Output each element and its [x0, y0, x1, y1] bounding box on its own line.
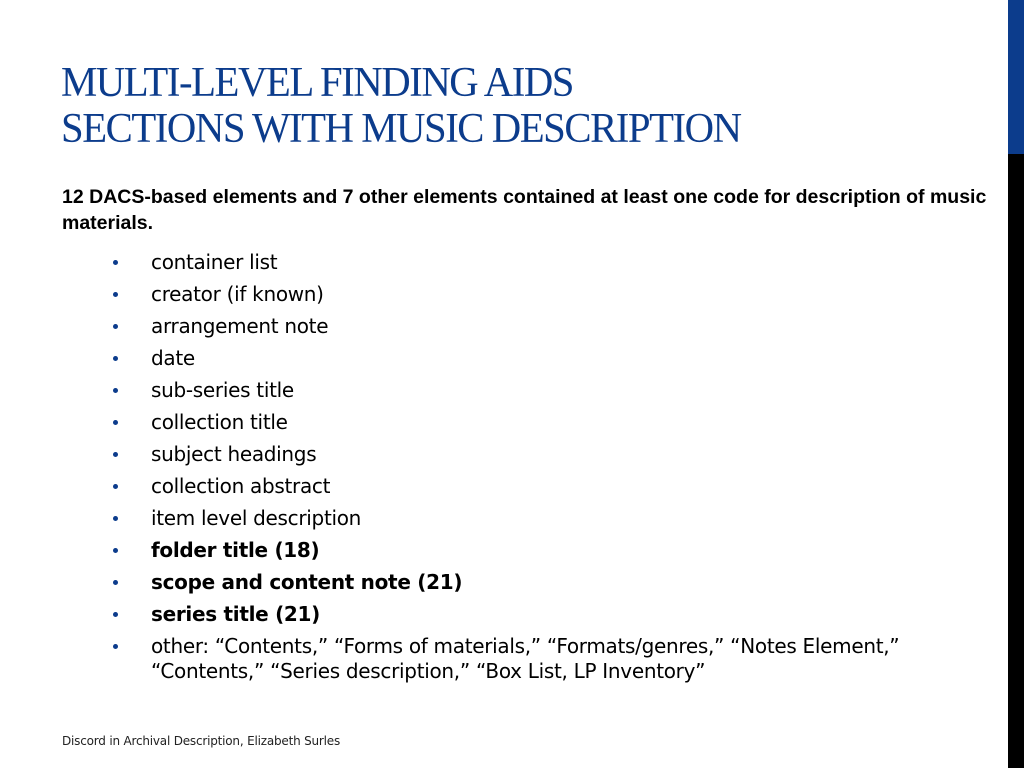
slide-title: MULTI-LEVEL FINDING AIDS SECTIONS WITH M… [61, 60, 963, 152]
list-item: creator (if known) [110, 282, 950, 307]
bullet-icon [113, 324, 118, 329]
list-item: sub-series title [110, 378, 950, 403]
element-list: container list creator (if known) arrang… [110, 250, 950, 691]
bullet-icon [113, 516, 118, 521]
list-item: scope and content note (21) [110, 570, 950, 595]
bullet-icon [113, 260, 118, 265]
bullet-icon [113, 612, 118, 617]
bullet-icon [113, 292, 118, 297]
intro-statement: 12 DACS-based elements and 7 other eleme… [62, 186, 987, 234]
list-item: date [110, 346, 950, 371]
list-item: folder title (18) [110, 538, 950, 563]
slide-title-line-1: MULTI-LEVEL FINDING AIDS [61, 60, 574, 106]
footer-credit: Discord in Archival Description, Elizabe… [62, 734, 341, 748]
list-item-text: container list [151, 250, 278, 274]
slide: MULTI-LEVEL FINDING AIDS SECTIONS WITH M… [0, 0, 1024, 768]
list-item-text: other: “Contents,” “Forms of materials,”… [151, 634, 900, 683]
side-accent-bar-black [1008, 154, 1024, 768]
bullet-icon [113, 356, 118, 361]
bullet-icon [113, 548, 118, 553]
list-item-text: arrangement note [151, 314, 329, 338]
list-item: collection abstract [110, 474, 950, 499]
list-item: subject headings [110, 442, 950, 467]
list-item-text: collection title [151, 410, 288, 434]
list-item: item level description [110, 506, 950, 531]
list-item-text: folder title (18) [151, 538, 320, 562]
list-item-text: date [151, 346, 195, 370]
list-item-text: collection abstract [151, 474, 331, 498]
list-item-text: series title (21) [151, 602, 320, 626]
list-item: container list [110, 250, 950, 275]
list-item: collection title [110, 410, 950, 435]
list-item-text: scope and content note (21) [151, 570, 463, 594]
list-item: series title (21) [110, 602, 950, 627]
list-item-text: sub-series title [151, 378, 294, 402]
bullet-icon [113, 420, 118, 425]
slide-title-line-2: SECTIONS WITH MUSIC DESCRIPTION [61, 106, 742, 152]
bullet-icon [113, 644, 118, 649]
list-item-text: creator (if known) [151, 282, 324, 306]
side-accent-bar-blue [1008, 0, 1024, 154]
bullet-icon [113, 580, 118, 585]
bullet-icon [113, 452, 118, 457]
list-item-text: item level description [151, 506, 362, 530]
list-item: other: “Contents,” “Forms of materials,”… [110, 634, 950, 684]
bullet-icon [113, 388, 118, 393]
list-item-text: subject headings [151, 442, 317, 466]
list-item: arrangement note [110, 314, 950, 339]
bullet-icon [113, 484, 118, 489]
